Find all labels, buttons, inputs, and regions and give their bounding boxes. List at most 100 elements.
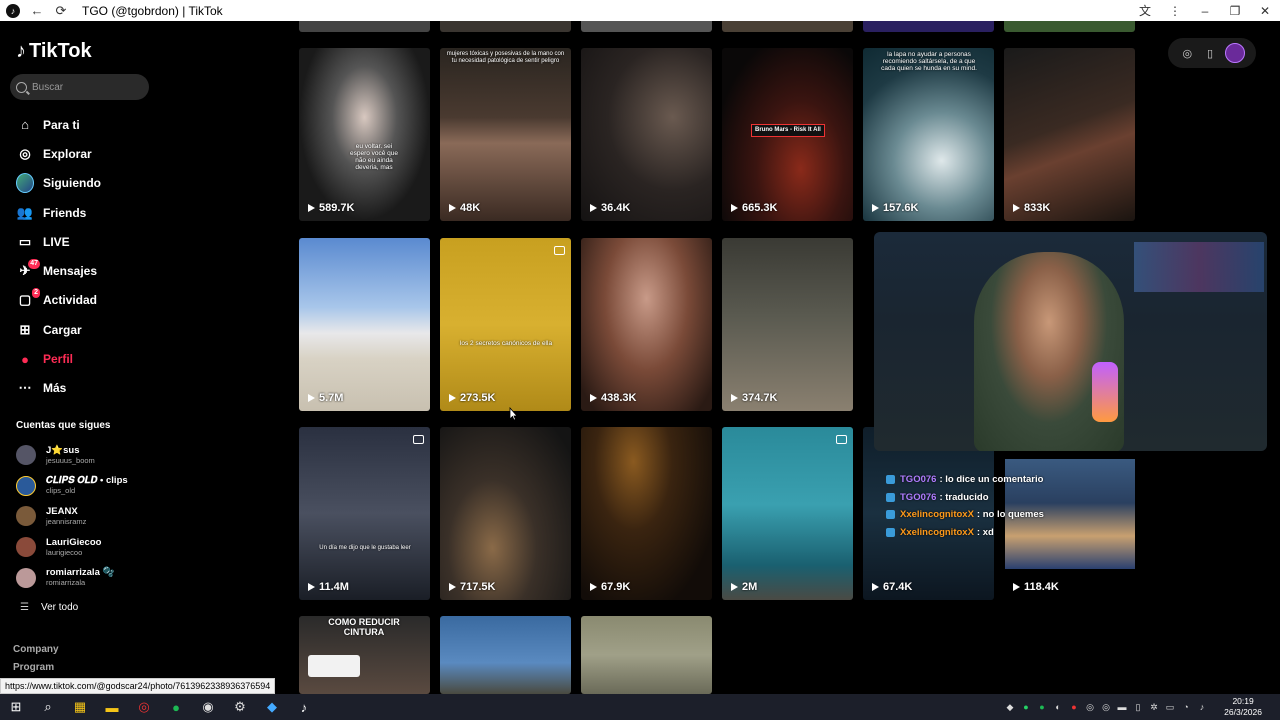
unread-badge: 2: [32, 288, 40, 299]
spotify-tray-icon[interactable]: ●: [1034, 702, 1050, 712]
menu-item-perfil[interactable]: ● Perfil: [0, 344, 165, 373]
video-tile[interactable]: COMO REDUCIR CINTURA: [299, 616, 430, 694]
video-tile[interactable]: [440, 616, 571, 694]
windows-start-icon[interactable]: ⊞: [0, 694, 32, 720]
following-account[interactable]: LauriGiecoo laurigiecoo: [16, 532, 165, 563]
battery-icon[interactable]: ▯: [1130, 702, 1146, 713]
stream-chat-overlay: TGO076: lo dice un comentario TGO076: tr…: [886, 471, 1056, 541]
footer-program-link[interactable]: Program: [13, 662, 54, 673]
partial-tile[interactable]: [722, 21, 853, 32]
tray-icon[interactable]: ◐: [1050, 702, 1066, 712]
menu-item-para-ti[interactable]: ⌂ Para ti: [0, 110, 165, 139]
settings-icon[interactable]: ✲: [1146, 702, 1162, 713]
video-tile[interactable]: 2M: [722, 427, 853, 600]
menu-item-live[interactable]: ▭ LIVE: [0, 227, 165, 256]
folder-icon[interactable]: ▬: [96, 694, 128, 720]
video-tile[interactable]: eu voltar. sei espero você que não eu ai…: [299, 48, 430, 221]
mouse-cursor-icon: [509, 407, 517, 421]
tray-icon[interactable]: ◎: [1082, 702, 1098, 713]
activity-icon: ▢ 2: [18, 288, 40, 308]
tray-icon[interactable]: ◆: [1002, 702, 1018, 713]
play-icon: [308, 204, 315, 212]
system-clock[interactable]: 20:19 26/3/2026: [1224, 696, 1262, 718]
tiktok-logo[interactable]: ♪ TikTok: [16, 40, 92, 63]
wifi-icon[interactable]: ◔: [1178, 702, 1194, 712]
following-account[interactable]: J⭐sus jesuuus_boom: [16, 440, 165, 471]
play-icon: [590, 394, 597, 402]
store-icon[interactable]: ▦: [64, 694, 96, 720]
video-tile[interactable]: 833K: [1004, 48, 1135, 221]
search-icon[interactable]: ⌕: [32, 694, 64, 720]
menu-item-friends[interactable]: 👥 Friends: [0, 198, 165, 227]
play-icon: [872, 204, 879, 212]
webcam-overlay: [874, 232, 1267, 451]
profile-avatar[interactable]: [1224, 43, 1245, 63]
spotify-icon[interactable]: ●: [160, 694, 192, 720]
search-bar[interactable]: [10, 74, 149, 100]
tray-icon[interactable]: ◎: [1098, 702, 1114, 713]
tray-icon[interactable]: ●: [1066, 702, 1082, 712]
shelf-figures: [1134, 242, 1264, 292]
partial-tile[interactable]: [440, 21, 571, 32]
video-tile[interactable]: los 2 secretos canónicos de ella 273.5K: [440, 238, 571, 411]
video-tile[interactable]: 374.7K: [722, 238, 853, 411]
tiktok-taskbar-icon[interactable]: ♪: [288, 694, 320, 720]
following-account[interactable]: romiarrizala 🫧 romiarrizala: [16, 562, 165, 593]
view-count: 5.7M: [308, 392, 343, 404]
menu-item-siguiendo[interactable]: Siguiendo: [0, 169, 165, 198]
volume-icon[interactable]: ♪: [1194, 702, 1210, 712]
tiktok-note-icon: ♪: [16, 40, 26, 62]
following-account[interactable]: JEANX jeannisramz: [16, 501, 165, 532]
view-count: 589.7K: [308, 202, 354, 214]
play-icon: [731, 583, 738, 591]
photo-carousel-icon: [413, 435, 424, 444]
menu-item-actividad[interactable]: ▢ 2 Actividad: [0, 286, 165, 315]
partial-tile[interactable]: [299, 21, 430, 32]
play-icon: [872, 583, 879, 591]
menu-item-mas[interactable]: ⋯ Más: [0, 374, 165, 403]
view-count: 67.9K: [590, 581, 630, 593]
following-account[interactable]: 𝑪𝑳𝑰𝑷𝑺 𝑶𝑳𝑫 • clips clips_old: [16, 471, 165, 502]
upload-icon: ⊞: [19, 321, 31, 337]
video-tile[interactable]: 438.3K: [581, 238, 712, 411]
video-tile[interactable]: [581, 616, 712, 694]
obs-icon[interactable]: ◉: [192, 694, 224, 720]
opera-icon[interactable]: ◎: [128, 694, 160, 720]
video-tile[interactable]: Bruno Mars - Risk It All 665.3K: [722, 48, 853, 221]
menu-item-mensajes[interactable]: ✈ 47 Mensajes: [0, 256, 165, 285]
video-tile[interactable]: la lapa no ayudar a personas recomiendo …: [863, 48, 994, 221]
menu-item-cargar[interactable]: ⊞ Cargar: [0, 315, 165, 344]
video-tile[interactable]: mujeres tóxicas y posesivas de la mano c…: [440, 48, 571, 221]
video-caption: mujeres tóxicas y posesivas de la mano c…: [446, 51, 565, 64]
play-icon: [449, 204, 456, 212]
compass-icon[interactable]: ◎: [1179, 45, 1195, 61]
view-count: 157.6K: [872, 202, 918, 214]
video-tile[interactable]: 67.9K: [581, 427, 712, 600]
app-icon[interactable]: ◆: [256, 694, 288, 720]
view-count: 665.3K: [731, 202, 777, 214]
partial-tile[interactable]: [863, 21, 994, 32]
live-icon: ▭: [18, 233, 32, 249]
video-caption: la lapa no ayudar a personas recomiendo …: [881, 51, 977, 72]
menu-item-explorar[interactable]: ◎ Explorar: [0, 139, 165, 168]
search-input[interactable]: [32, 81, 142, 93]
footer-company-link[interactable]: Company: [13, 644, 59, 655]
whatsapp-icon[interactable]: ●: [1018, 702, 1034, 712]
partial-tile[interactable]: [581, 21, 712, 32]
video-tile[interactable]: 717.5K: [440, 427, 571, 600]
video-caption: COMO REDUCIR CINTURA: [328, 617, 400, 637]
video-tile[interactable]: Un día me dijo que le gustaba leer 11.4M: [299, 427, 430, 600]
network-icon[interactable]: ▭: [1162, 702, 1178, 713]
music-tag: Bruno Mars - Risk It All: [751, 124, 825, 137]
phone-icon[interactable]: ▯: [1202, 45, 1218, 61]
app-icon[interactable]: ⚙: [224, 694, 256, 720]
see-all-link[interactable]: ☰ Ver todo: [20, 602, 78, 613]
comment-reply-card: [308, 655, 360, 677]
play-icon: [308, 583, 315, 591]
video-tile[interactable]: 36.4K: [581, 48, 712, 221]
partial-tile[interactable]: [1004, 21, 1135, 32]
play-icon: [1013, 583, 1020, 591]
tray-icon[interactable]: ▬: [1114, 702, 1130, 712]
video-tile[interactable]: 5.7M: [299, 238, 430, 411]
following-section-title: Cuentas que sigues: [16, 420, 111, 431]
